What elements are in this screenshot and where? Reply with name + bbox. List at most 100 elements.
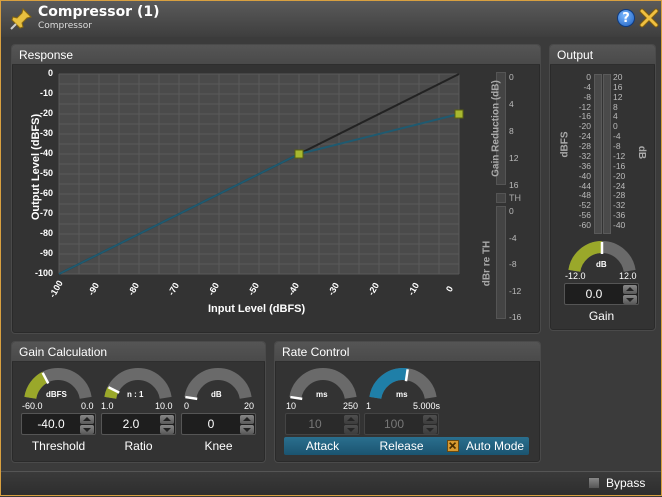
knob-fill (104, 386, 119, 399)
threshold-decrement-button[interactable] (80, 425, 94, 434)
dbr-tick: 0 (509, 206, 514, 216)
attack-max: 250 (343, 401, 359, 411)
release-stepper[interactable]: 100 (364, 413, 439, 435)
release-min: 1 (366, 401, 372, 411)
release-decrement-button[interactable] (423, 425, 437, 434)
gain-stepper[interactable]: 0.0 (564, 283, 639, 305)
gain-min: -12.0 (565, 271, 586, 281)
knee-label: Knee (204, 439, 233, 453)
output-dbfs-tick: -16 (578, 111, 591, 122)
y-tick-label: -10 (39, 88, 53, 98)
knee-increment-button[interactable] (240, 415, 254, 424)
ratio-max: 10.0 (155, 401, 173, 411)
title-bar[interactable]: Compressor (1) Compressor ? (1, 1, 661, 37)
output-db-tick: -4 (613, 131, 621, 142)
ratio-stepper[interactable]: 2.0 (101, 413, 176, 435)
output-db-tick: -16 (613, 160, 626, 171)
ratio-value[interactable]: 2.0 (102, 414, 160, 434)
output-dbfs-tick: -48 (578, 190, 591, 201)
output-db-tick: 4 (613, 111, 618, 122)
output-meter-left (594, 74, 602, 234)
attack-increment-button[interactable] (344, 415, 358, 424)
dbr-tick: -12 (509, 285, 522, 296)
gain-value[interactable]: 0.0 (565, 284, 623, 304)
gain-reduction-tick: 16 (509, 180, 519, 190)
auto-mode-label: Auto Mode (466, 439, 525, 453)
output-db-tick: -20 (613, 170, 626, 181)
gain-reduction-tick: 0 (509, 72, 514, 82)
threshold-unit: dBFS (46, 390, 67, 399)
output-meter-right (603, 74, 611, 234)
knee-min: 0 (184, 401, 190, 411)
y-tick-label: -100 (34, 268, 53, 278)
y-tick-label: -60 (39, 188, 53, 198)
gain-decrement-button[interactable] (623, 295, 637, 304)
threshold-min: -60.0 (22, 401, 43, 411)
y-tick-label: 0 (47, 68, 53, 78)
knob-pointer[interactable] (290, 395, 303, 401)
threshold-label: Threshold (31, 439, 86, 453)
knob-pointer[interactable] (185, 395, 198, 401)
gain-reduction-tick: 4 (509, 99, 514, 109)
rate-control-title: Rate Control (275, 342, 540, 362)
attack-stepper[interactable]: 10 (285, 413, 360, 435)
pushpin-icon (10, 8, 32, 30)
y-tick-label: -20 (39, 108, 53, 118)
y-tick-label: -30 (39, 128, 53, 138)
close-icon[interactable] (639, 8, 659, 28)
output-db-tick: 20 (613, 72, 623, 82)
knee-unit: dB (211, 390, 222, 399)
y-tick-label: -80 (39, 228, 53, 238)
gain-reduction-tick: 12 (509, 153, 519, 163)
attack-decrement-button[interactable] (344, 425, 358, 434)
release-unit: ms (396, 390, 408, 399)
ratio-unit: n : 1 (127, 390, 144, 399)
release-value[interactable]: 100 (365, 414, 423, 434)
output-dbfs-tick: -8 (583, 91, 591, 102)
dbr-tick: -8 (509, 259, 517, 269)
bypass-checkbox[interactable] (588, 477, 600, 489)
knob-pointer[interactable] (404, 369, 409, 382)
output-dbfs-tick: -40 (578, 170, 591, 181)
release-increment-button[interactable] (423, 415, 437, 424)
output-db-label: dB (636, 145, 648, 160)
help-button[interactable]: ? (617, 9, 635, 27)
gain-increment-button[interactable] (623, 285, 637, 294)
ratio-min: 1.0 (101, 401, 114, 411)
output-db-tick: 12 (613, 91, 623, 102)
output-dbfs-tick: -12 (578, 101, 591, 112)
threshold-meter-marker (496, 193, 506, 203)
y-tick-label: -40 (39, 148, 53, 158)
x-axis-label: Input Level (dBFS) (208, 303, 306, 315)
response-title: Response (12, 45, 540, 65)
output-db-tick: -8 (613, 141, 621, 152)
ratio-label: Ratio (124, 439, 153, 453)
window-title: Compressor (1) (38, 4, 160, 20)
ratio-increment-button[interactable] (160, 415, 174, 424)
output-db-tick: -32 (613, 200, 626, 211)
gain-knob[interactable] (568, 241, 636, 275)
dbr-tick: -16 (509, 312, 522, 322)
attack-label: Attack (305, 439, 340, 453)
knob-arc[interactable] (568, 241, 636, 275)
output-db-tick: -28 (613, 190, 626, 201)
output-title: Output (550, 45, 655, 65)
release-max: 5.000s (413, 401, 441, 411)
output-dbfs-label: dBFS (559, 131, 571, 158)
threshold-value[interactable]: -40.0 (22, 414, 80, 434)
threshold-increment-button[interactable] (80, 415, 94, 424)
threshold-max: 0.0 (81, 401, 94, 411)
knee-decrement-button[interactable] (240, 425, 254, 434)
knee-max: 20 (244, 401, 255, 411)
ratio-decrement-button[interactable] (160, 425, 174, 434)
y-tick-label: -70 (39, 208, 53, 218)
knee-stepper[interactable]: 0 (181, 413, 256, 435)
knee-value[interactable]: 0 (182, 414, 240, 434)
y-tick-label: -90 (39, 248, 53, 258)
output-dbfs-tick: 0 (586, 72, 591, 82)
output-dbfs-tick: -20 (578, 121, 591, 132)
output-db-tick: -12 (613, 150, 626, 161)
attack-value[interactable]: 10 (286, 414, 344, 434)
threshold-stepper[interactable]: -40.0 (21, 413, 96, 435)
auto-mode-checkbox[interactable] (447, 440, 459, 452)
